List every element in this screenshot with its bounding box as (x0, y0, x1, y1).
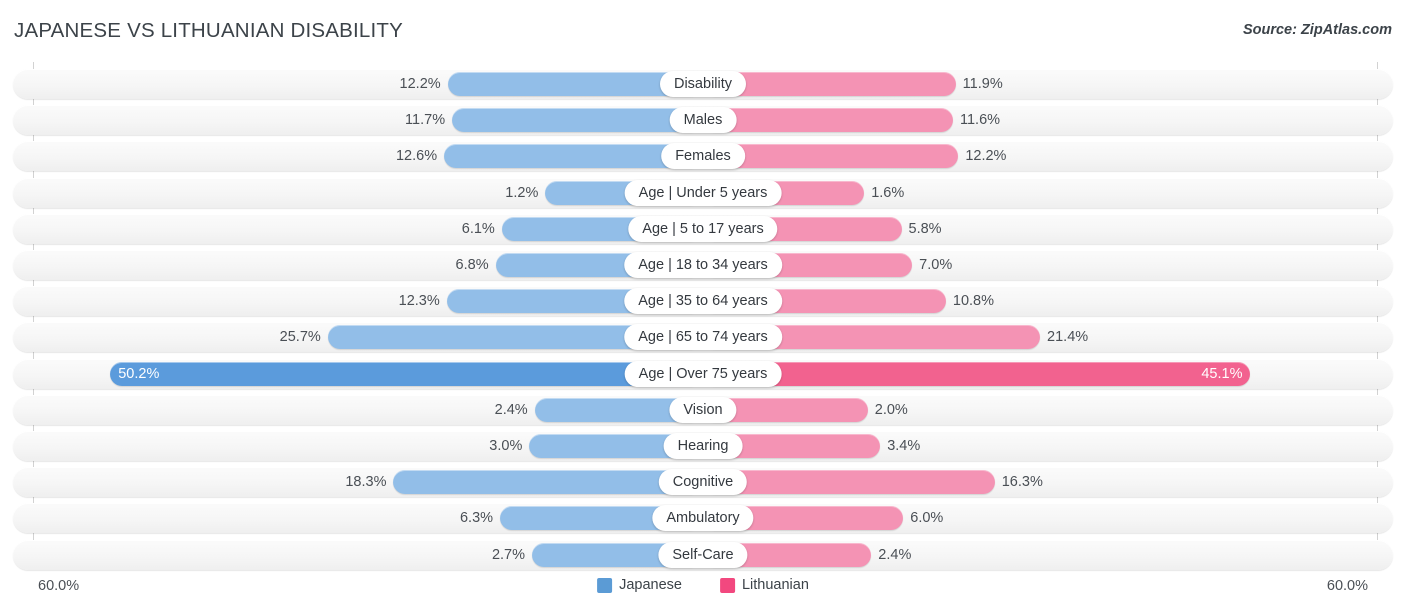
legend-item[interactable]: Japanese (597, 577, 682, 593)
chart-row[interactable]: 25.7% 21.4% Age | 65 to 74 years (13, 322, 1393, 353)
value-label-lithuanian: 2.4% (878, 546, 912, 563)
value-label-lithuanian: 1.6% (871, 184, 905, 201)
value-label-japanese: 3.0% (489, 438, 523, 454)
value-label-japanese: 6.3% (459, 510, 494, 527)
value-label-japanese: 2.7% (491, 546, 526, 563)
row-category-label[interactable]: Disability (659, 71, 747, 97)
legend-label: Japanese (619, 577, 682, 593)
value-label-japanese: 25.7% (279, 329, 321, 346)
row-category-label[interactable]: Hearing (663, 433, 743, 459)
value-label-japanese: 50.2% (118, 365, 160, 382)
chart-row[interactable]: 3.0% 3.4% Hearing (13, 431, 1393, 461)
axis-label-left: 60.0% (38, 578, 80, 594)
row-category-label[interactable]: Age | Over 75 years (624, 360, 782, 387)
value-label-japanese: 11.7% (405, 112, 446, 129)
chart-row[interactable]: 2.7% 2.4% Self-Care (13, 539, 1393, 570)
row-category-label[interactable]: Age | Under 5 years (624, 179, 782, 206)
legend-swatch-icon (719, 577, 735, 593)
value-label-lithuanian: 7.0% (919, 257, 953, 273)
chart-row[interactable]: 18.3% 16.3% Cognitive (13, 467, 1393, 498)
value-label-japanese: 12.6% (395, 148, 438, 165)
value-label-japanese: 2.4% (494, 401, 528, 418)
value-label-lithuanian: 45.1% (1201, 365, 1243, 382)
value-label-lithuanian: 2.0% (874, 401, 908, 418)
value-label-lithuanian: 3.4% (887, 438, 921, 454)
chart-legend: Japanese Lithuanian (597, 577, 809, 593)
value-label-lithuanian: 6.0% (910, 510, 944, 527)
chart-plot-area: 12.2% 11.9% Disability 11.7% 11.6% Males 12.6%… (0, 62, 1406, 570)
page-title: JAPANESE VS LITHUANIAN DISABILITY (14, 19, 403, 42)
chart-row[interactable]: 12.2% 11.9% Disability (13, 69, 1393, 99)
legend-swatch-icon (597, 577, 613, 593)
value-label-lithuanian: 11.6% (960, 112, 1001, 129)
value-label-japanese: 1.2% (505, 184, 539, 201)
chart-row[interactable]: 1.2% 1.6% Age | Under 5 years (13, 177, 1393, 208)
value-label-japanese: 6.1% (461, 220, 495, 237)
row-category-label[interactable]: Vision (669, 396, 737, 423)
value-label-lithuanian: 11.9% (962, 76, 1003, 92)
value-label-japanese: 12.3% (398, 293, 440, 310)
row-category-label[interactable]: Age | 18 to 34 years (624, 252, 782, 278)
value-label-lithuanian: 21.4% (1047, 329, 1089, 346)
row-category-label[interactable]: Age | 65 to 74 years (624, 324, 782, 351)
legend-label: Lithuanian (741, 577, 809, 593)
value-label-lithuanian: 5.8% (908, 220, 942, 237)
bar-lithuanian (703, 361, 1251, 386)
value-label-lithuanian: 10.8% (952, 293, 995, 310)
row-category-label[interactable]: Males (669, 107, 737, 134)
bar-japanese (393, 470, 703, 495)
chart-row[interactable]: 2.4% 2.0% Vision (13, 394, 1393, 425)
row-category-label[interactable]: Cognitive (658, 469, 748, 496)
row-category-label[interactable]: Age | 35 to 64 years (624, 288, 782, 315)
bar-lithuanian (703, 108, 953, 133)
value-label-lithuanian: 12.2% (965, 148, 1007, 165)
chart-footer: 60.0% 60.0% Japanese Lithuanian (0, 572, 1406, 612)
axis-label-right: 60.0% (1326, 578, 1368, 594)
bar-japanese (452, 108, 703, 133)
chart-root: JAPANESE VS LITHUANIAN DISABILITY Source… (0, 0, 1406, 612)
chart-row[interactable]: 6.8% 7.0% Age | 18 to 34 years (13, 250, 1393, 280)
value-label-japanese: 18.3% (345, 474, 387, 491)
bar-japanese (110, 361, 703, 386)
chart-row[interactable]: 12.6% 12.2% Females (13, 141, 1393, 172)
value-label-lithuanian: 16.3% (1001, 474, 1043, 491)
source-attribution: Source: ZipAtlas.com (1242, 22, 1392, 38)
chart-row[interactable]: 6.3% 6.0% Ambulatory (13, 503, 1393, 534)
chart-row[interactable]: 50.2% 45.1% Age | Over 75 years (13, 358, 1393, 389)
chart-row[interactable]: 12.3% 10.8% Age | 35 to 64 years (13, 286, 1393, 317)
chart-row[interactable]: 11.7% 11.6% Males (13, 105, 1393, 136)
legend-item[interactable]: Lithuanian (719, 577, 809, 593)
row-category-label[interactable]: Age | 5 to 17 years (628, 215, 778, 242)
chart-row[interactable]: 6.1% 5.8% Age | 5 to 17 years (13, 213, 1393, 244)
row-category-label[interactable]: Females (661, 143, 745, 170)
row-category-label[interactable]: Ambulatory (652, 505, 754, 532)
row-category-label[interactable]: Self-Care (658, 541, 748, 568)
value-label-japanese: 12.2% (399, 76, 441, 92)
value-label-japanese: 6.8% (455, 257, 489, 273)
